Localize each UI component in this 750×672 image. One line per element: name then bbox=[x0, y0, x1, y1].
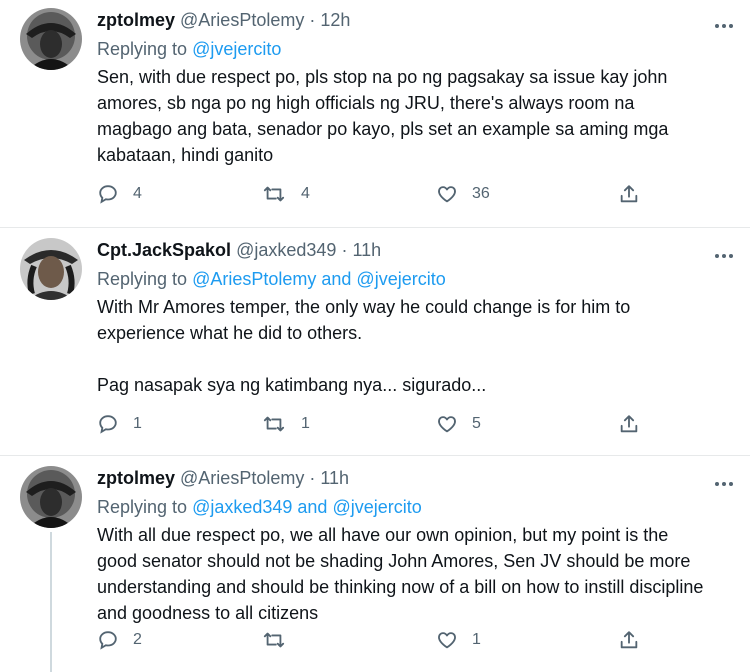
separator-dot: · bbox=[341, 240, 348, 260]
more-options-icon[interactable] bbox=[712, 472, 736, 496]
replying-to-link[interactable]: @AriesPtolemy and @jvejercito bbox=[192, 269, 446, 289]
reply-icon bbox=[99, 631, 117, 650]
replying-to: Replying to @jaxked349 and @jvejercito bbox=[97, 494, 710, 520]
tweet-content: zptolmey @AriesPtolemy · 12h Replying to… bbox=[97, 8, 710, 168]
tweet-text-paragraph: With Mr Amores temper, the only way he c… bbox=[97, 297, 631, 343]
separator-dot: · bbox=[309, 468, 316, 488]
tweet-2[interactable]: Cpt.JackSpakol @jaxked349 · 11h Replying… bbox=[0, 228, 750, 456]
tweet-actions: 4 4 36 bbox=[97, 183, 640, 209]
tweet-text: With all due respect po, we all have our… bbox=[97, 522, 710, 626]
retweet-icon bbox=[263, 416, 285, 432]
author-handle[interactable]: @AriesPtolemy bbox=[180, 468, 304, 488]
reply-count: 4 bbox=[133, 185, 142, 202]
replying-to: Replying to @jvejercito bbox=[97, 36, 710, 62]
replying-to-label: Replying to bbox=[97, 269, 188, 289]
share-button[interactable] bbox=[618, 413, 640, 435]
like-button[interactable]: 5 bbox=[436, 413, 481, 435]
retweet-button[interactable] bbox=[261, 629, 301, 651]
like-button[interactable]: 1 bbox=[436, 629, 481, 651]
more-options-icon[interactable] bbox=[712, 14, 736, 38]
reply-icon bbox=[99, 415, 117, 434]
tweet-content: Cpt.JackSpakol @jaxked349 · 11h Replying… bbox=[97, 238, 710, 398]
share-button[interactable] bbox=[618, 629, 640, 651]
tweet-1[interactable]: zptolmey @AriesPtolemy · 12h Replying to… bbox=[0, 0, 750, 228]
reply-button[interactable]: 1 bbox=[97, 413, 142, 435]
heart-icon bbox=[438, 632, 456, 649]
tweet-header: zptolmey @AriesPtolemy · 12h bbox=[97, 8, 710, 32]
tweet-actions: 2 1 bbox=[97, 629, 640, 655]
retweet-button[interactable]: 1 bbox=[261, 413, 310, 435]
like-count: 1 bbox=[472, 631, 481, 648]
tweet-text: With Mr Amores temper, the only way he c… bbox=[97, 294, 710, 398]
author-name[interactable]: zptolmey bbox=[97, 468, 175, 488]
reply-count: 2 bbox=[133, 631, 142, 648]
tweet-text-paragraph: Sen, with due respect po, pls stop na po… bbox=[97, 67, 669, 165]
tweet-text-paragraph: With all due respect po, we all have our… bbox=[97, 525, 704, 623]
timestamp[interactable]: 11h bbox=[320, 468, 349, 488]
tweet-3[interactable]: zptolmey @AriesPtolemy · 11h Replying to… bbox=[0, 456, 750, 672]
thread-connector-line bbox=[50, 532, 52, 672]
like-button[interactable]: 36 bbox=[436, 183, 490, 205]
timestamp[interactable]: 11h bbox=[352, 240, 381, 260]
author-name[interactable]: Cpt.JackSpakol bbox=[97, 240, 231, 260]
separator-dot: · bbox=[309, 10, 316, 30]
reply-icon bbox=[99, 185, 117, 204]
reply-button[interactable]: 4 bbox=[97, 183, 142, 205]
like-count: 36 bbox=[472, 185, 490, 202]
reply-button[interactable]: 2 bbox=[97, 629, 142, 651]
retweet-button[interactable]: 4 bbox=[261, 183, 310, 205]
replying-to: Replying to @AriesPtolemy and @jvejercit… bbox=[97, 266, 710, 292]
retweet-count: 1 bbox=[301, 415, 310, 432]
timestamp[interactable]: 12h bbox=[320, 10, 350, 30]
author-handle[interactable]: @AriesPtolemy bbox=[180, 10, 304, 30]
tweet-text-paragraph: Pag nasapak sya ng katimbang nya... sigu… bbox=[97, 375, 487, 395]
replying-to-label: Replying to bbox=[97, 39, 188, 59]
share-icon bbox=[620, 185, 638, 203]
like-count: 5 bbox=[472, 415, 481, 432]
tweet-content: zptolmey @AriesPtolemy · 11h Replying to… bbox=[97, 466, 710, 626]
share-icon bbox=[620, 631, 638, 649]
tweet-actions: 1 1 5 bbox=[97, 413, 640, 439]
reply-count: 1 bbox=[133, 415, 142, 432]
more-options-icon[interactable] bbox=[712, 244, 736, 268]
author-name[interactable]: zptolmey bbox=[97, 10, 175, 30]
avatar-zptolmey[interactable] bbox=[20, 8, 82, 70]
share-icon bbox=[620, 415, 638, 433]
replying-to-link[interactable]: @jaxked349 and @jvejercito bbox=[192, 497, 422, 517]
replying-to-label: Replying to bbox=[97, 497, 188, 517]
tweet-header: Cpt.JackSpakol @jaxked349 · 11h bbox=[97, 238, 710, 262]
retweet-icon bbox=[263, 632, 285, 648]
retweet-icon bbox=[263, 186, 285, 202]
replying-to-link[interactable]: @jvejercito bbox=[192, 39, 281, 59]
retweet-count: 4 bbox=[301, 185, 310, 202]
share-button[interactable] bbox=[618, 183, 640, 205]
heart-icon bbox=[438, 416, 456, 433]
avatar-jackspakol[interactable] bbox=[20, 238, 82, 300]
avatar-zptolmey[interactable] bbox=[20, 466, 82, 528]
author-handle[interactable]: @jaxked349 bbox=[236, 240, 336, 260]
heart-icon bbox=[438, 186, 456, 203]
tweet-header: zptolmey @AriesPtolemy · 11h bbox=[97, 466, 710, 490]
tweet-text: Sen, with due respect po, pls stop na po… bbox=[97, 64, 710, 168]
